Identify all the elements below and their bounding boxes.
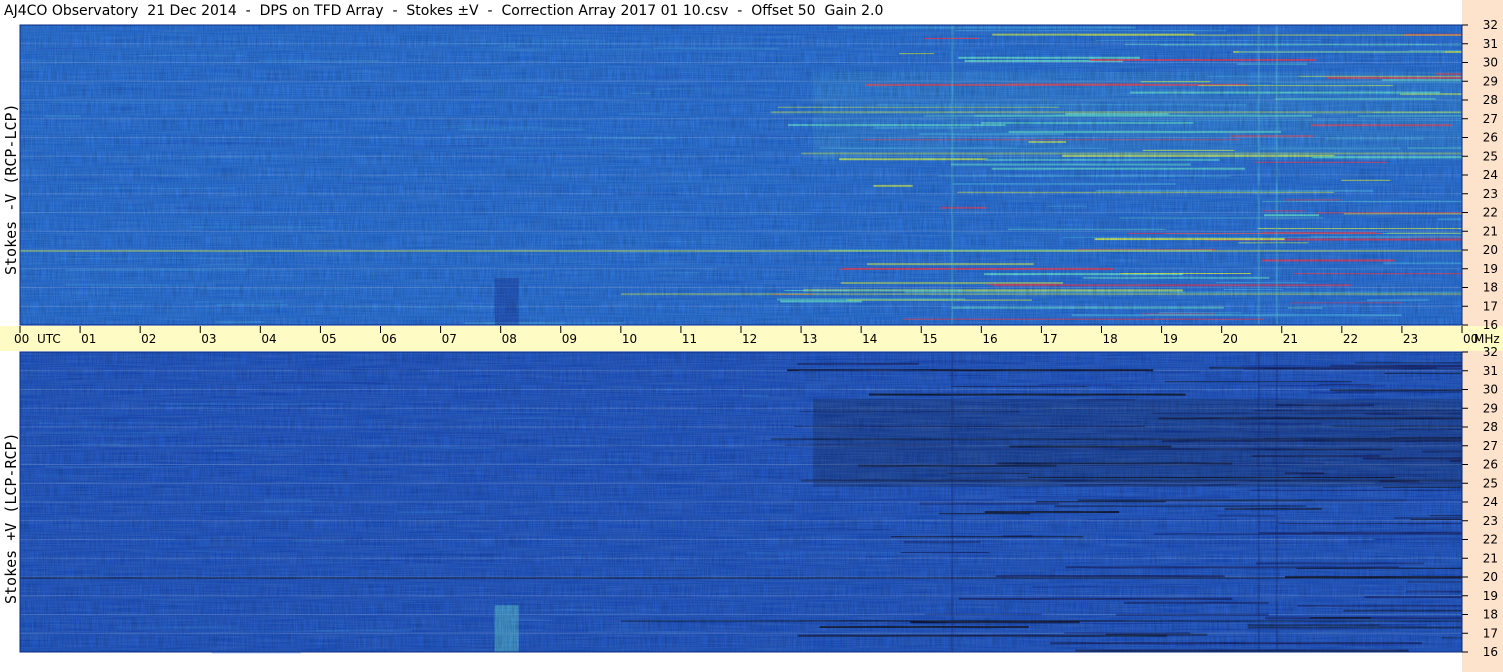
x-tick-label: 01 [81,332,96,346]
x-tick-label: 12 [742,332,757,346]
y-tick-label: 18 [1483,608,1498,622]
x-tick-label: 04 [261,332,276,346]
x-tick-label: 19 [1163,332,1178,346]
y-tick-label: 28 [1483,93,1498,107]
y-unit-label: MHz [1474,332,1500,346]
x-tick-label: 22 [1343,332,1358,346]
y-tick-label: 22 [1483,206,1498,220]
y-tick-label: 29 [1483,401,1498,415]
y-tick-label: 32 [1483,345,1498,359]
y-tick-label: 17 [1483,299,1498,313]
y-tick-label: 29 [1483,74,1498,88]
x-tick-label: 05 [321,332,336,346]
y-tick-label: 31 [1483,364,1498,378]
x-tick-label: 14 [862,332,877,346]
y-tick-label: 22 [1483,533,1498,547]
y-tick-label: 27 [1483,439,1498,453]
x-tick-label: 17 [1042,332,1057,346]
top-noise-texture-2 [20,25,1462,325]
x-tick-label: 00 [14,332,29,346]
top-y-axis-label: Stokes -V (RCP-LCP) [2,103,20,275]
y-tick-label: 21 [1483,224,1498,238]
y-tick-label: 30 [1483,383,1498,397]
x-axis-unit-label: UTC [37,332,61,346]
y-tick-label: 28 [1483,420,1498,434]
x-tick-label: 18 [1103,332,1118,346]
x-tick-label: 21 [1283,332,1298,346]
y-tick-label: 24 [1483,495,1498,509]
y-tick-label: 19 [1483,589,1498,603]
y-tick-label: 17 [1483,626,1498,640]
bottom-noise-texture-2 [20,352,1462,652]
bottom-spectrogram-panel [19,351,1463,654]
y-tick-label: 27 [1483,112,1498,126]
x-tick-label: 03 [201,332,216,346]
spectrogram-figure: 00 01 02 03 04 05 06 07 08 09 10 11 12 13 14 15 16 17 18 19… [0,0,1503,672]
y-tick-label: 20 [1483,243,1498,257]
y-tick-label: 18 [1483,281,1498,295]
y-tick-label: 16 [1483,318,1498,332]
y-tick-label: 23 [1483,187,1498,201]
bottom-y-axis-label: Stokes +V (LCP-RCP) [2,432,20,604]
x-tick-label: 20 [1223,332,1238,346]
x-tick-label: 10 [622,332,637,346]
x-tick-label: 06 [382,332,397,346]
y-tick-label: 25 [1483,149,1498,163]
y-tick-label: 21 [1483,551,1498,565]
y-tick-label: 16 [1483,645,1498,659]
y-tick-label: 23 [1483,514,1498,528]
time-axis-band: 00 01 02 03 04 05 06 07 08 09 10 11 12 13 14 15 16 17 18 19… [0,326,1503,351]
x-tick-label: 08 [502,332,517,346]
x-tick-label: 11 [682,332,697,346]
y-tick-label: 26 [1483,458,1498,472]
x-tick-label: 09 [562,332,577,346]
y-tick-label: 30 [1483,56,1498,70]
x-tick-label: 13 [802,332,817,346]
y-tick-label: 26 [1483,131,1498,145]
y-tick-label: 32 [1483,18,1498,32]
y-tick-label: 24 [1483,168,1498,182]
x-tick-label: 23 [1403,332,1418,346]
y-tick-label: 20 [1483,570,1498,584]
x-tick-label: 15 [922,332,937,346]
top-spectrogram-panel [19,24,1463,326]
x-tick-label: 16 [982,332,997,346]
y-tick-label: 25 [1483,476,1498,490]
y-tick-label: 31 [1483,37,1498,51]
x-tick-label: 07 [442,332,457,346]
y-tick-label: 19 [1483,262,1498,276]
x-tick-label: 02 [141,332,156,346]
